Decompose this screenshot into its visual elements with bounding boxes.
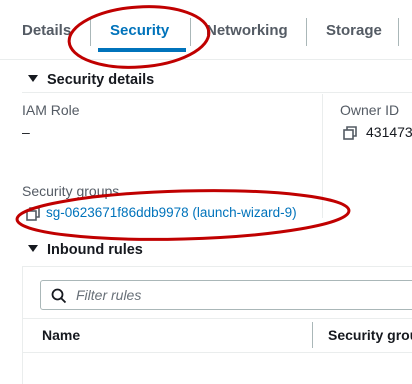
tab-divider [306,18,307,46]
copy-icon[interactable] [26,207,40,221]
active-tab-indicator [98,48,186,52]
owner-id-label: Owner ID [340,102,400,118]
filter-rules-input[interactable]: Filter rules [40,280,412,310]
tab-storage[interactable]: Storage [326,22,382,39]
tab-divider [90,18,91,46]
owner-id-value: 431473 [366,124,412,140]
tab-networking[interactable]: Networking [206,22,288,39]
tab-bar-divider [0,59,412,60]
caret-down-icon [28,245,38,252]
table-divider [22,318,412,319]
tab-divider [190,18,191,46]
inbound-rules-title: Inbound rules [47,242,143,258]
iam-role-label: IAM Role [22,102,80,118]
security-details-header[interactable]: Security details [28,72,154,88]
section-divider [22,92,412,93]
caret-down-icon [28,75,38,82]
security-details-title: Security details [47,72,155,88]
tab-details[interactable]: Details [22,22,71,39]
tab-bar: Details Security Networking Storage [0,0,412,60]
column-divider [322,94,323,218]
filter-placeholder: Filter rules [76,287,142,303]
iam-role-value: – [22,124,30,140]
tab-divider [398,18,399,46]
tab-security[interactable]: Security [110,22,169,39]
column-header-security-group[interactable]: Security grou [328,327,412,343]
column-resize-handle[interactable] [312,322,313,348]
table-header-divider [22,352,412,353]
security-group-link[interactable]: sg-0623671f86ddb9978 (launch-wizard-9) [46,205,297,220]
copy-icon[interactable] [343,126,357,140]
search-icon [51,288,67,304]
column-header-name[interactable]: Name [42,327,80,343]
security-groups-label: Security groups [22,183,120,199]
inbound-rules-header[interactable]: Inbound rules [28,242,143,258]
